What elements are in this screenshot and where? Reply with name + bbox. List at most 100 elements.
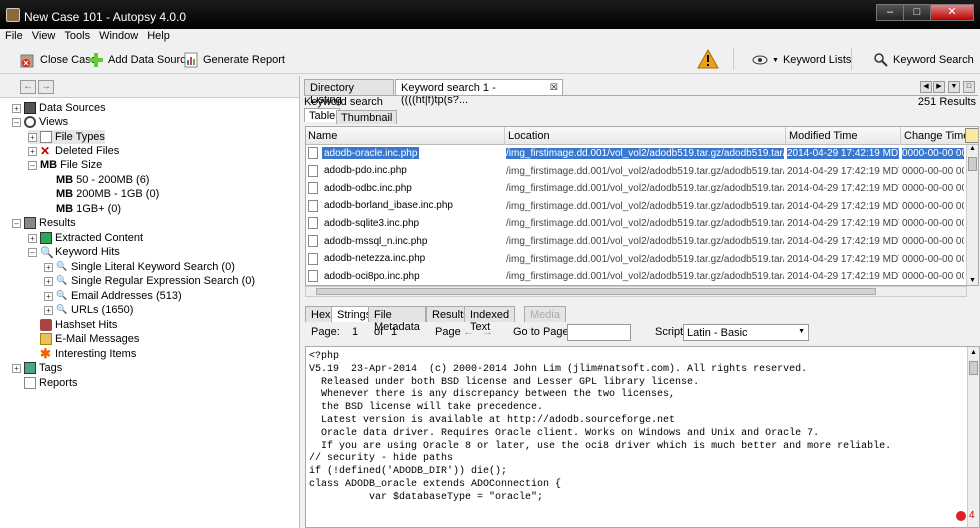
tree-urls[interactable]: + 🔍 URLs (1650) — [44, 303, 133, 317]
next-page-icon[interactable]: → — [482, 326, 493, 338]
tree-tags[interactable]: + Tags — [12, 361, 62, 375]
cell-name: adodb-oci8po.inc.php — [308, 270, 503, 283]
prev-page-icon[interactable]: ← — [463, 326, 474, 338]
back-button[interactable]: ← — [20, 80, 36, 94]
menu-window[interactable]: Window — [94, 29, 142, 42]
code-line: Released under both BSD license and Less… — [309, 376, 700, 388]
table-row[interactable]: adodb-borland_ibase.inc.php/img_firstima… — [306, 198, 966, 216]
cell-change: 0000-00-00 00:00 — [902, 200, 964, 212]
add-data-source-button[interactable]: Add Data Source — [88, 50, 192, 70]
table-horizontal-scrollbar[interactable] — [305, 286, 967, 297]
tab-indexed-text[interactable]: Indexed Text — [464, 306, 516, 333]
tab-table[interactable]: Table — [304, 108, 341, 122]
tree-views[interactable]: – Views — [12, 115, 68, 129]
tree-keyword-hits[interactable]: – 🔍 Keyword Hits — [28, 245, 120, 259]
column-chooser-icon[interactable] — [965, 128, 978, 143]
tree-results[interactable]: – Results — [12, 216, 76, 230]
tree-deleted-files[interactable]: + ✕ Deleted Files — [28, 144, 119, 158]
tree-interesting-items[interactable]: ✱ Interesting Items — [40, 347, 136, 361]
table-row[interactable]: adodb-oci8po.inc.php/img_firstimage.dd.0… — [306, 268, 966, 285]
tree-reports[interactable]: Reports — [24, 376, 78, 390]
table-row[interactable]: adodb-oracle.inc.php/img_firstimage.dd.0… — [306, 145, 966, 163]
table-row[interactable]: adodb-netezza.inc.php/img_firstimage.dd.… — [306, 251, 966, 269]
strings-scrollbar[interactable]: ▲ — [967, 347, 979, 527]
cell-change: 0000-00-00 00:00 — [902, 183, 964, 195]
forward-button[interactable]: → — [38, 80, 54, 94]
tab-media[interactable]: Media — [524, 306, 566, 322]
tree-single-regex[interactable]: + 🔍 Single Regular Expression Search (0) — [44, 274, 255, 288]
column-location[interactable]: Location — [508, 130, 550, 142]
code-line: var $databaseType = "oracle"; — [309, 491, 544, 503]
code-line: Whenever there is any discrepancy betwee… — [309, 389, 676, 401]
generate-report-label: Generate Report — [203, 54, 285, 66]
keyword-lists-button[interactable]: ▼ Keyword Lists — [752, 50, 851, 70]
tree-single-literal[interactable]: + 🔍 Single Literal Keyword Search (0) — [44, 260, 235, 274]
tab-thumbnail[interactable]: Thumbnail — [336, 110, 398, 124]
tags-icon — [24, 362, 36, 374]
page-nav-label: Page — [435, 326, 461, 338]
interesting-items-icon: ✱ — [40, 346, 51, 361]
tab-keyword-search[interactable]: Keyword search 1 - ((((ht|f)tp(s?... ☒ — [395, 79, 563, 106]
tree-data-sources[interactable]: + Data Sources — [12, 101, 106, 115]
report-icon — [183, 52, 199, 68]
extracted-content-icon — [40, 232, 52, 244]
cell-location: /img_firstimage.dd.001/vol_vol2/adodb519… — [506, 236, 784, 247]
column-name[interactable]: Name — [308, 130, 337, 142]
search-icon — [873, 52, 889, 68]
minimize-button[interactable]: – — [876, 4, 904, 21]
tree-hashset-hits[interactable]: Hashset Hits — [40, 318, 117, 332]
results-icon — [24, 217, 36, 229]
scroll-thumb[interactable] — [968, 157, 977, 171]
col-sep — [504, 127, 505, 145]
table-row[interactable]: adodb-mssql_n.inc.php/img_firstimage.dd.… — [306, 233, 966, 251]
hscroll-thumb[interactable] — [316, 288, 876, 295]
scroll-tabs-left[interactable]: ◀ — [920, 81, 932, 93]
code-line: class ADODB_oracle extends ADOConnection… — [309, 478, 562, 490]
generate-report-button[interactable]: Generate Report — [183, 50, 285, 70]
title-bar: New Case 101 - Autopsy 4.0.0 – □ ✕ — [0, 0, 980, 29]
reports-icon — [24, 377, 36, 389]
goto-page-input[interactable] — [567, 324, 631, 341]
keyword-search-button[interactable]: Keyword Search — [873, 50, 974, 70]
menu-file[interactable]: File — [0, 29, 27, 42]
close-tab-icon[interactable]: ☒ — [550, 82, 558, 93]
script-select[interactable]: Latin - Basic ▼ — [683, 324, 809, 341]
tab-directory-listing[interactable]: Directory Listing — [304, 79, 394, 106]
cell-modified: 2014-04-29 17:42:19 MDT — [787, 148, 899, 159]
column-change-time[interactable]: Change Time — [904, 130, 969, 142]
table-row[interactable]: adodb-pdo.inc.php/img_firstimage.dd.001/… — [306, 163, 966, 181]
code-line: Oracle data driver. Requires Oracle clie… — [309, 427, 820, 439]
ingest-warning-button[interactable] — [697, 48, 719, 69]
tree-email-messages[interactable]: E-Mail Messages — [40, 332, 139, 346]
tab-file-metadata[interactable]: File Metadata — [368, 306, 426, 333]
scroll-thumb[interactable] — [969, 361, 978, 375]
close-case-button[interactable]: Close Case — [20, 50, 97, 70]
menu-view[interactable]: View — [27, 29, 60, 42]
menu-help[interactable]: Help — [142, 29, 174, 42]
close-case-icon — [20, 52, 36, 68]
menu-tools[interactable]: Tools — [59, 29, 94, 42]
file-icon — [308, 217, 318, 230]
maximize-pane-button[interactable]: □ — [963, 81, 975, 93]
tree-size-200-1g[interactable]: MB 200MB - 1GB (0) — [56, 187, 159, 201]
close-window-button[interactable]: ✕ — [930, 4, 974, 21]
result-viewer-pane: Directory Listing Keyword search 1 - (((… — [302, 76, 980, 528]
tab-list-dropdown[interactable]: ▼ — [948, 81, 960, 93]
tree-file-types[interactable]: + File Types — [28, 130, 105, 144]
tree-email-addresses[interactable]: + 🔍 Email Addresses (513) — [44, 289, 182, 303]
table-row[interactable]: adodb-sqlite3.inc.php/img_firstimage.dd.… — [306, 215, 966, 233]
file-icon — [308, 199, 318, 212]
tree-size-50-200[interactable]: MB 50 - 200MB (6) — [56, 173, 149, 187]
table-vertical-scrollbar[interactable]: ▲ ▼ — [966, 145, 978, 285]
dropdown-arrow-icon: ▼ — [772, 56, 779, 64]
scroll-tabs-right[interactable]: ▶ — [933, 81, 945, 93]
tree-file-size[interactable]: – MB File Size — [28, 158, 102, 172]
maximize-button[interactable]: □ — [903, 4, 931, 21]
notification-area[interactable]: 4 — [956, 510, 975, 521]
error-icon — [956, 510, 966, 521]
column-modified-time[interactable]: Modified Time — [789, 130, 857, 142]
tree-extracted-content[interactable]: + Extracted Content — [28, 231, 143, 245]
table-row[interactable]: adodb-odbc.inc.php/img_firstimage.dd.001… — [306, 180, 966, 198]
tree-size-1g[interactable]: MB 1GB+ (0) — [56, 202, 121, 216]
strings-text-area[interactable]: <?php V5.19 23-Apr-2014 (c) 2000-2014 Joh… — [305, 346, 980, 528]
